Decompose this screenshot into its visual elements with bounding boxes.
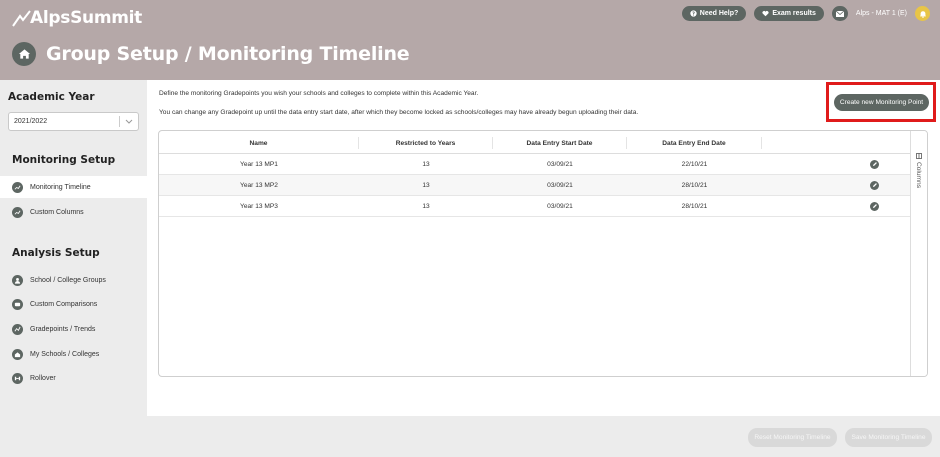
- messages-button[interactable]: [831, 6, 848, 21]
- academic-year-heading: Academic Year: [8, 91, 95, 103]
- column-header-restricted-years[interactable]: Restricted to Years: [359, 137, 493, 149]
- logo-text: AlpsSummit: [30, 8, 142, 28]
- edit-icon[interactable]: [870, 180, 879, 190]
- academic-year-select[interactable]: 2021/2022: [8, 112, 139, 131]
- table-row[interactable]: Year 13 MP1 13 03/09/21 22/10/21: [159, 154, 911, 175]
- reset-monitoring-timeline-button[interactable]: Reset Monitoring Timeline: [748, 428, 837, 447]
- sidebar-item-custom-columns[interactable]: Custom Columns: [0, 201, 147, 223]
- sidebar-item-gradepoints-trends[interactable]: Gradepoints / Trends: [0, 318, 147, 340]
- cell-start-date: 03/09/21: [547, 202, 573, 210]
- edit-icon[interactable]: [870, 159, 879, 169]
- save-monitoring-timeline-button[interactable]: Save Monitoring Timeline: [845, 428, 932, 447]
- sidebar-item-label: Rollover: [30, 374, 56, 382]
- description-line-1: Define the monitoring Gradepoints you wi…: [159, 90, 479, 97]
- cell-name: Year 13 MP3: [240, 202, 278, 210]
- sidebar-item-label: School / College Groups: [30, 276, 106, 284]
- need-help-button[interactable]: ? Need Help?: [681, 6, 747, 21]
- bell-icon: [919, 10, 926, 18]
- question-icon: ?: [690, 10, 697, 17]
- sidebar-item-school-college-groups[interactable]: School / College Groups: [0, 269, 147, 291]
- table-header-row: Name Restricted to Years Data Entry Star…: [159, 131, 911, 154]
- cell-name: Year 13 MP2: [240, 181, 278, 189]
- academic-year-value: 2021/2022: [14, 118, 48, 125]
- column-header-end-date[interactable]: Data Entry End Date: [627, 137, 762, 149]
- heart-icon: [762, 10, 769, 17]
- sidebar-item-rollover[interactable]: Rollover: [0, 367, 147, 389]
- sidebar-item-custom-comparisons[interactable]: Custom Comparisons: [0, 293, 147, 315]
- column-header-name[interactable]: Name: [159, 137, 359, 149]
- comparison-icon: [12, 298, 23, 310]
- trend-icon: [12, 323, 23, 335]
- top-header: AlpsSummit ? Need Help? Exam results Alp…: [0, 0, 940, 80]
- building-icon: [12, 348, 23, 360]
- page-title: Group Setup / Monitoring Timeline: [46, 43, 410, 65]
- chart-icon: [12, 181, 23, 193]
- sidebar-item-label: Monitoring Timeline: [30, 183, 91, 191]
- svg-text:?: ?: [692, 12, 695, 17]
- cell-years: 13: [422, 181, 430, 189]
- create-monitoring-point-button[interactable]: Create new Monitoring Point: [834, 94, 929, 111]
- user-label[interactable]: Alps - MAT 1 (E): [856, 10, 907, 17]
- header-actions: ? Need Help? Exam results Alps - MAT 1 (…: [681, 6, 930, 21]
- user-avatar[interactable]: [915, 6, 930, 21]
- monitoring-table: Name Restricted to Years Data Entry Star…: [158, 130, 928, 377]
- chart-icon: [12, 206, 23, 218]
- columns-panel-toggle[interactable]: Columns: [910, 131, 927, 376]
- columns-label: Columns: [915, 153, 922, 188]
- cell-actions: [762, 196, 911, 216]
- highlight-box: Create new Monitoring Point: [826, 82, 936, 122]
- sidebar-item-label: Gradepoints / Trends: [30, 325, 96, 333]
- sidebar-item-monitoring-timeline[interactable]: Monitoring Timeline: [0, 176, 147, 198]
- cell-actions: [762, 154, 911, 174]
- cell-end-date: 28/10/21: [681, 181, 708, 189]
- people-icon: [12, 274, 23, 286]
- sidebar-item-label: My Schools / Colleges: [30, 350, 100, 358]
- cell-end-date: 22/10/21: [681, 160, 708, 168]
- home-button[interactable]: [12, 42, 36, 66]
- cell-name: Year 13 MP1: [240, 160, 278, 168]
- exam-results-label: Exam results: [772, 10, 816, 17]
- cell-end-date: 28/10/21: [681, 202, 708, 210]
- envelope-icon: [835, 10, 844, 17]
- column-header-actions: [762, 137, 911, 149]
- table-row[interactable]: Year 13 MP3 13 03/09/21 28/10/21: [159, 196, 911, 217]
- cell-years: 13: [422, 202, 430, 210]
- cell-actions: [762, 175, 911, 195]
- rollover-icon: [12, 372, 23, 384]
- sidebar-item-my-schools-colleges[interactable]: My Schools / Colleges: [0, 343, 147, 365]
- need-help-label: Need Help?: [699, 10, 739, 17]
- table-row[interactable]: Year 13 MP2 13 03/09/21 28/10/21: [159, 175, 911, 196]
- analysis-setup-heading: Analysis Setup: [12, 247, 100, 259]
- sidebar: Academic Year 2021/2022 Monitoring Setup…: [0, 80, 147, 420]
- edit-icon[interactable]: [870, 201, 879, 211]
- select-divider: [119, 116, 120, 127]
- home-icon: [18, 49, 30, 59]
- sidebar-item-label: Custom Columns: [30, 208, 84, 216]
- description-line-2: You can change any Gradepoint up until t…: [159, 109, 639, 116]
- sidebar-item-label: Custom Comparisons: [30, 300, 98, 308]
- cell-years: 13: [422, 160, 430, 168]
- columns-icon: [915, 153, 922, 159]
- monitoring-setup-heading: Monitoring Setup: [12, 154, 116, 166]
- cell-start-date: 03/09/21: [547, 160, 573, 168]
- exam-results-button[interactable]: Exam results: [754, 6, 824, 21]
- column-header-start-date[interactable]: Data Entry Start Date: [493, 137, 627, 149]
- chevron-down-icon: [125, 119, 133, 124]
- alps-summit-logo[interactable]: AlpsSummit: [12, 8, 142, 28]
- mountain-logo-icon: [12, 10, 31, 27]
- main-content: Define the monitoring Gradepoints you wi…: [147, 80, 940, 416]
- cell-start-date: 03/09/21: [547, 181, 573, 189]
- page-title-row: Group Setup / Monitoring Timeline: [12, 42, 410, 66]
